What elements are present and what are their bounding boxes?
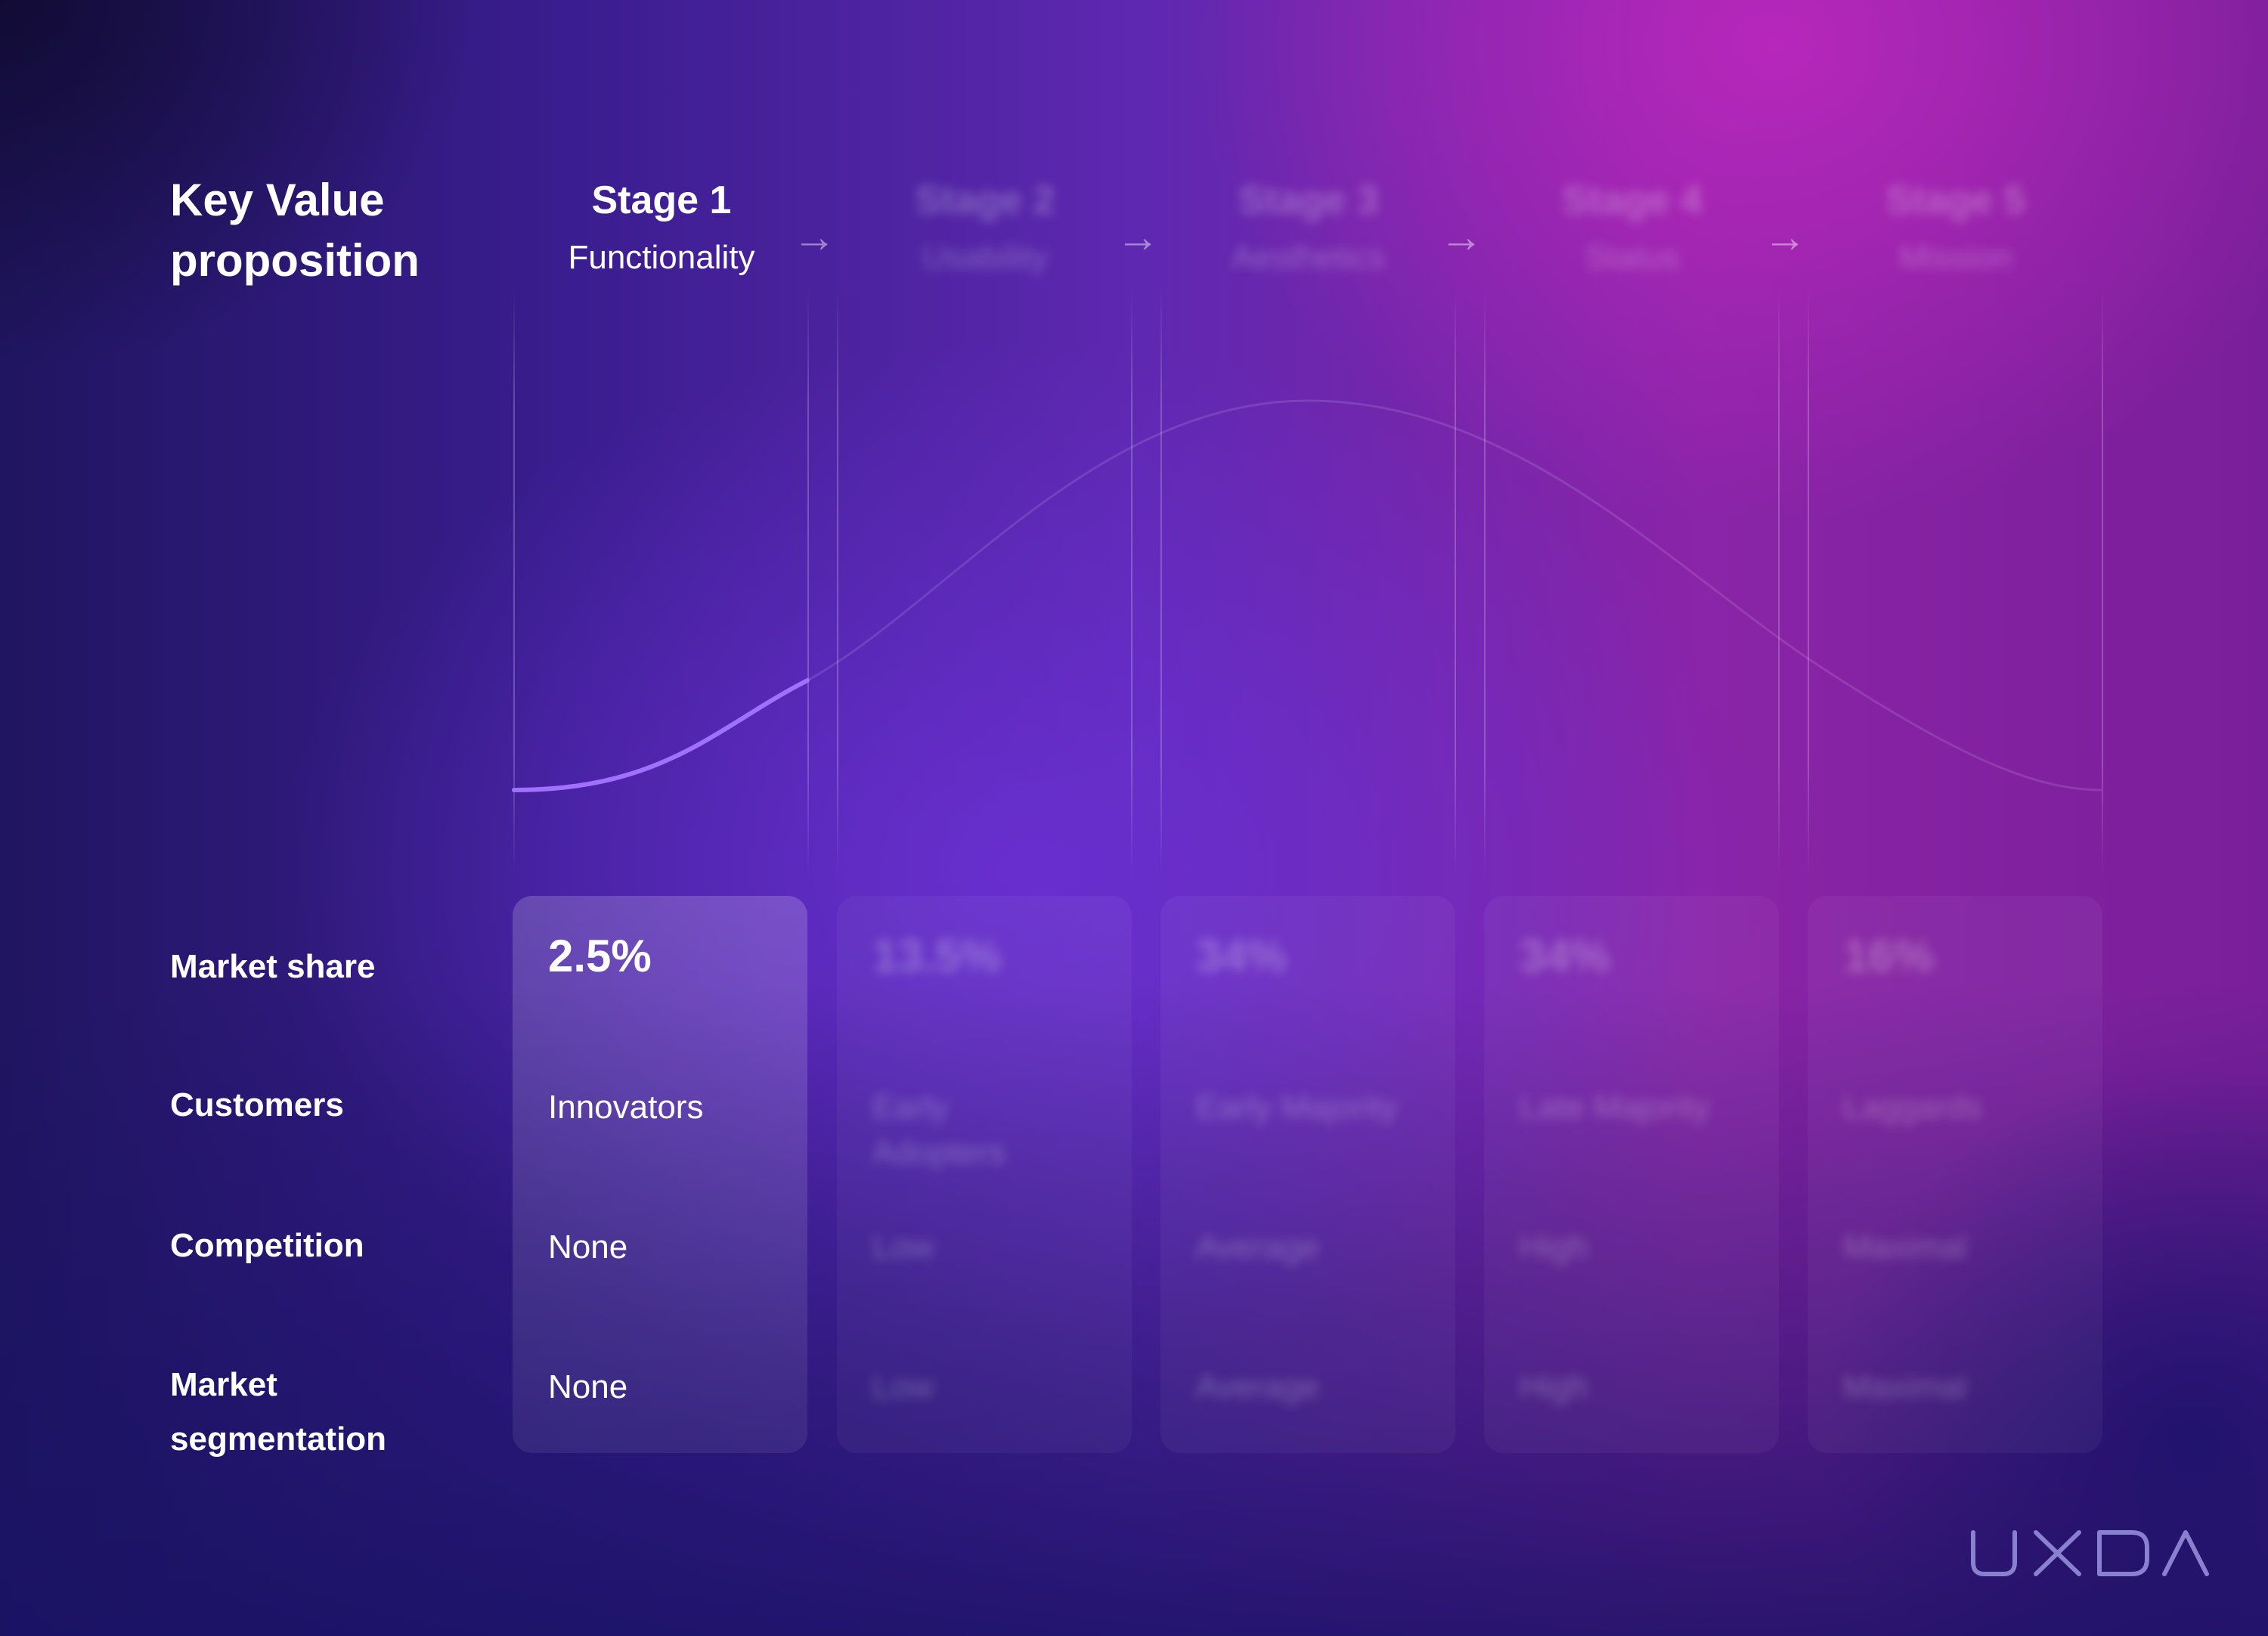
market-share-value: 13.5% <box>872 931 1002 981</box>
adoption-curve <box>512 399 2102 792</box>
customers-value: Early Majority <box>1196 1089 1398 1126</box>
uxda-logo <box>1971 1530 2209 1576</box>
customers-value: Laggards <box>1843 1089 1982 1126</box>
competition-value: Average <box>1196 1229 1320 1266</box>
market-share-value: 34% <box>1520 931 1611 981</box>
customers-value: Late Majority <box>1520 1089 1710 1126</box>
stage-card-3: 34% Early Majority Average Average <box>1160 896 1455 1453</box>
market-share-value: 16% <box>1843 931 1935 981</box>
row-label-market-share: Market share <box>170 948 376 985</box>
segmentation-value: High <box>1520 1368 1588 1405</box>
adoption-curve-stage-1 <box>512 678 810 792</box>
row-label-competition: Competition <box>170 1227 364 1264</box>
segmentation-value: Low <box>872 1368 934 1405</box>
customers-value: Innovators <box>548 1089 704 1126</box>
competition-value: High <box>1520 1229 1588 1266</box>
market-share-value: 2.5% <box>548 931 652 981</box>
competition-value: Low <box>872 1229 934 1266</box>
row-label-customers: Customers <box>170 1086 344 1123</box>
stage-card-2: 13.5% Early Adopters Low Low <box>837 896 1132 1453</box>
segmentation-value: Maximal <box>1843 1368 1967 1405</box>
row-label-market-segmentation: Market segmentation <box>170 1366 387 1458</box>
competition-value: None <box>548 1229 628 1266</box>
stage-card-5: 16% Laggards Maximal Maximal <box>1808 896 2102 1453</box>
segmentation-value: Average <box>1196 1368 1320 1405</box>
segmentation-value: None <box>548 1368 628 1405</box>
competition-value: Maximal <box>1843 1229 1967 1266</box>
stage-card-1: 2.5% Innovators None None <box>513 896 807 1453</box>
customers-value: Early Adopters <box>872 1089 1006 1171</box>
adoption-curve-faded <box>513 399 2102 792</box>
stage-card-4: 34% Late Majority High High <box>1484 896 1779 1453</box>
market-share-value: 34% <box>1196 931 1287 981</box>
